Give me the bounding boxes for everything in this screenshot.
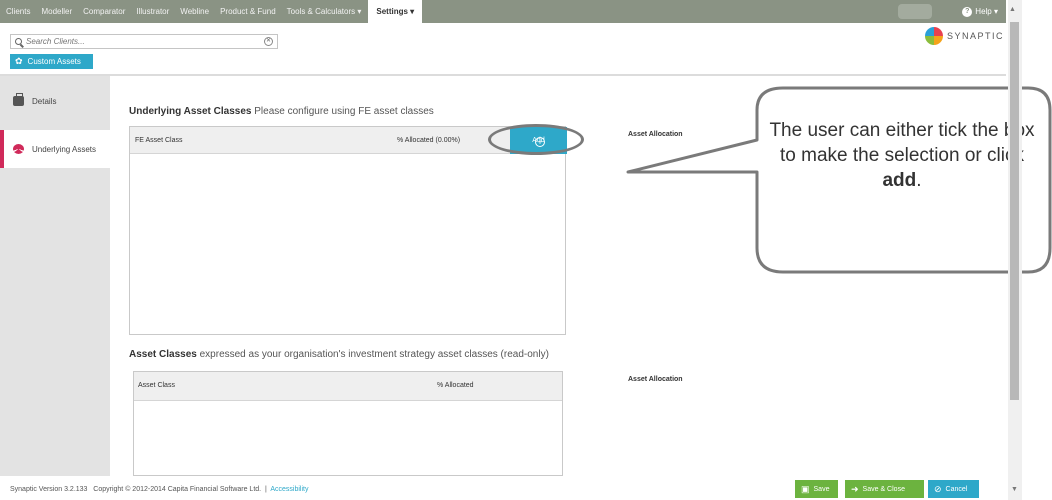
help-menu[interactable]: ? Help ▾ <box>962 0 998 23</box>
search-icon <box>15 38 22 45</box>
arrow-right-icon: ➜ <box>851 483 859 494</box>
save-close-button[interactable]: ➜ Save & Close <box>845 480 924 498</box>
version-text: Synaptic Version 3.2.133 <box>10 486 88 493</box>
fe-asset-class-grid: FE Asset Class % Allocated (0.00%) Add + <box>129 126 567 335</box>
copyright-text: Copyright © 2012-2014 Capita Financial S… <box>93 486 262 493</box>
grid-header: Asset Class % Allocated <box>134 372 562 401</box>
sidebar-item-label: Underlying Assets <box>32 144 97 154</box>
section-title: Underlying Asset Classes <box>129 106 252 117</box>
callout-bold: add <box>882 170 917 191</box>
column-header-fe-asset-class[interactable]: FE Asset Class <box>135 137 182 144</box>
footer: Synaptic Version 3.2.133 Copyright © 201… <box>10 486 308 493</box>
column-header-allocated[interactable]: % Allocated (0.00%) <box>397 137 460 144</box>
callout-text: The user can either tick the box to make… <box>760 118 1044 193</box>
header-divider <box>0 74 1006 76</box>
nav-comparator[interactable]: Comparator <box>83 7 125 16</box>
sidebar-item-label: Details <box>32 96 57 106</box>
help-label: Help ▾ <box>975 7 998 16</box>
nav-tools-calculators[interactable]: Tools & Calculators ▾ <box>287 7 362 16</box>
help-icon: ? <box>962 6 973 17</box>
sidebar-item-details[interactable]: Details <box>0 82 110 120</box>
top-nav-bar: Clients Modeller Comparator Illustrator … <box>0 0 1006 23</box>
sidebar: Details Underlying Assets <box>0 76 110 476</box>
save-close-label: Save & Close <box>862 485 905 493</box>
section-title: Asset Classes <box>129 349 197 360</box>
scroll-down-arrow-icon[interactable]: ▼ <box>1011 486 1018 493</box>
asset-allocation-label: Asset Allocation <box>628 376 683 383</box>
nav-clients[interactable]: Clients <box>6 7 30 16</box>
sidebar-item-underlying-assets[interactable]: Underlying Assets <box>0 130 110 168</box>
logo-icon <box>925 27 943 45</box>
add-button[interactable]: Add + <box>510 127 567 154</box>
cancel-button[interactable]: ⊘ Cancel <box>928 480 979 498</box>
cancel-icon: ⊘ <box>934 483 942 494</box>
cancel-label: Cancel <box>945 485 968 493</box>
nav-modeller[interactable]: Modeller <box>41 7 72 16</box>
pie-chart-icon <box>13 144 24 154</box>
logo-text: SYNAPTIC <box>947 31 1005 41</box>
footer-separator: | <box>265 486 267 493</box>
client-search: ✕ <box>10 34 278 49</box>
callout-body: The user can either tick the box to make… <box>769 120 1035 166</box>
asset-class-grid: Asset Class % Allocated <box>133 371 563 476</box>
underlying-asset-classes-heading: Underlying Asset Classes Please configur… <box>129 106 434 117</box>
gear-icon: ✿ <box>15 56 23 66</box>
save-label: Save <box>813 485 830 493</box>
column-header-allocated[interactable]: % Allocated <box>437 382 474 389</box>
nav-settings[interactable]: Settings ▾ <box>368 0 423 23</box>
accessibility-link[interactable]: Accessibility <box>270 486 308 493</box>
custom-assets-label: Custom Assets <box>27 57 81 66</box>
synaptic-logo: SYNAPTIC <box>925 27 1004 45</box>
scrollbar-thumb[interactable] <box>1010 22 1019 400</box>
user-name-redacted[interactable] <box>898 4 932 19</box>
asset-allocation-label: Asset Allocation <box>628 131 683 138</box>
section-subtitle: Please configure using FE asset classes <box>254 106 434 117</box>
briefcase-icon <box>13 93 24 106</box>
nav-webline[interactable]: Webline <box>180 7 209 16</box>
callout-period: . <box>916 170 922 191</box>
section-subtitle: expressed as your organisation's investm… <box>199 349 549 360</box>
nav-product-fund[interactable]: Product & Fund <box>220 7 276 16</box>
column-header-asset-class[interactable]: Asset Class <box>138 382 175 389</box>
scroll-up-arrow-icon[interactable]: ▲ <box>1009 6 1016 13</box>
save-button[interactable]: ▣ Save <box>795 480 838 498</box>
plus-circle-icon: + <box>535 137 545 147</box>
custom-assets-button[interactable]: ✿ Custom Assets <box>10 54 93 69</box>
grid-header: FE Asset Class % Allocated (0.00%) Add + <box>130 127 567 154</box>
asset-classes-heading: Asset Classes expressed as your organisa… <box>129 349 549 360</box>
search-input[interactable] <box>26 37 264 46</box>
clear-search-icon[interactable]: ✕ <box>264 37 273 46</box>
nav-illustrator[interactable]: Illustrator <box>136 7 169 16</box>
floppy-disk-icon: ▣ <box>801 483 810 494</box>
